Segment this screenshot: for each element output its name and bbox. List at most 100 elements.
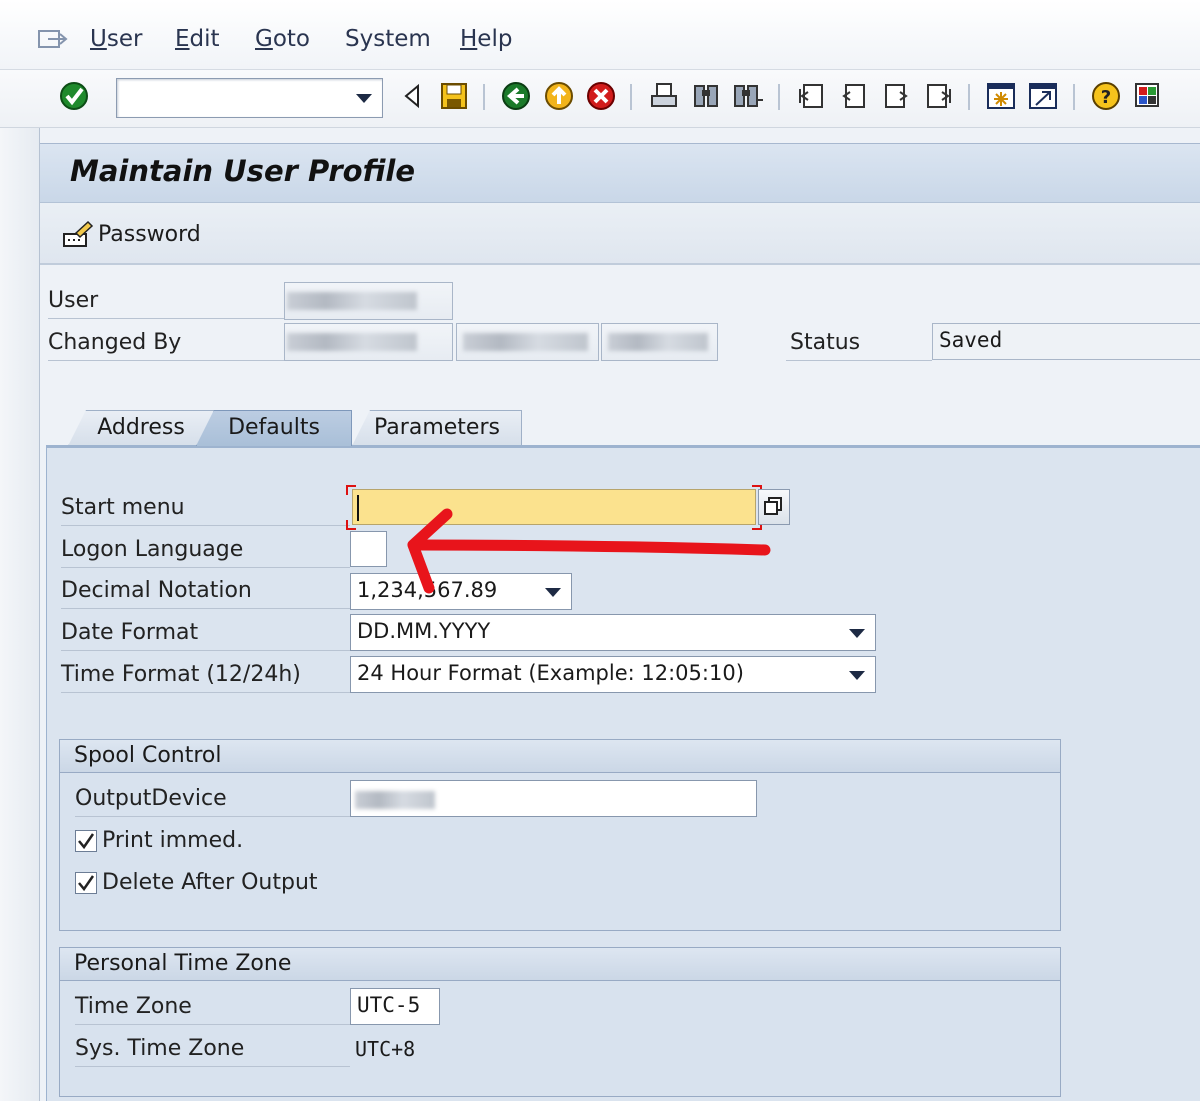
decimal-notation-label: Decimal Notation — [61, 578, 350, 609]
redacted-value — [355, 791, 435, 809]
time-zone-label: Time Zone — [75, 994, 350, 1025]
sys-time-zone-label: Sys. Time Zone — [75, 1036, 350, 1067]
logon-language-label: Logon Language — [61, 537, 350, 568]
start-menu-input[interactable] — [352, 489, 756, 525]
redacted-value — [608, 333, 708, 351]
toolbar-separator — [968, 84, 970, 110]
user-label: User — [48, 288, 284, 319]
first-page-icon[interactable] — [796, 80, 828, 112]
personal-time-zone-title: Personal Time Zone — [60, 948, 1060, 981]
last-page-icon[interactable] — [922, 80, 954, 112]
redacted-value — [287, 292, 417, 310]
chevron-down-icon[interactable] — [356, 94, 372, 103]
text-cursor — [357, 495, 359, 521]
toolbar-separator — [483, 84, 485, 110]
tab-address[interactable]: Address — [68, 410, 214, 446]
command-field[interactable] — [116, 78, 383, 118]
status-field: Saved — [932, 323, 1200, 360]
date-format-label: Date Format — [61, 620, 350, 651]
checkmark-icon — [78, 833, 95, 850]
title-bar: Maintain User Profile — [40, 143, 1200, 203]
password-button[interactable]: Password — [62, 217, 201, 251]
toolbar-separator — [778, 84, 780, 110]
print-immed-checkbox[interactable] — [75, 830, 97, 852]
back-icon[interactable] — [500, 80, 532, 112]
toolbar-separator — [1073, 84, 1075, 110]
changed-time-field — [601, 323, 718, 361]
tab-defaults[interactable]: Defaults — [196, 410, 352, 446]
menu-user-hotkey: U — [90, 26, 107, 52]
menu-edit-label: dit — [189, 26, 220, 52]
menu-help-label: elp — [477, 26, 513, 52]
changed-date-field — [456, 323, 599, 361]
user-field — [284, 282, 453, 320]
menu-user-label: ser — [106, 26, 143, 52]
menu-bar: User Edit Goto System Help — [0, 0, 1200, 70]
output-device-label: OutputDevice — [75, 786, 350, 817]
chevron-down-icon[interactable] — [849, 629, 865, 638]
decimal-notation-select[interactable]: 1,234,567.89 — [350, 573, 572, 610]
decimal-notation-value: 1,234,567.89 — [357, 578, 498, 602]
print-immed-label: Print immed. — [102, 828, 244, 853]
system-menu-icon[interactable] — [38, 28, 68, 50]
svg-text:?: ? — [1101, 87, 1111, 108]
changed-by-field — [284, 323, 453, 361]
menu-goto-label: oto — [272, 26, 310, 52]
menu-edit-hotkey: E — [175, 26, 190, 52]
menu-system[interactable]: System — [345, 26, 431, 52]
time-zone-input[interactable]: UTC-5 — [350, 988, 440, 1025]
date-format-value: DD.MM.YYYY — [357, 619, 491, 643]
redacted-value — [463, 333, 588, 351]
exit-icon[interactable] — [543, 80, 575, 112]
previous-page-icon[interactable] — [838, 80, 870, 112]
password-button-label: Password — [98, 221, 201, 247]
value-help-button[interactable] — [758, 489, 790, 525]
left-frame — [0, 128, 40, 1101]
time-format-select[interactable]: 24 Hour Format (Example: 12:05:10) — [350, 656, 876, 693]
customize-layout-icon[interactable] — [1132, 80, 1164, 112]
start-menu-label: Start menu — [61, 495, 350, 526]
application-toolbar: Password — [40, 203, 1200, 265]
password-icon — [63, 220, 94, 247]
next-page-icon[interactable] — [880, 80, 912, 112]
changed-by-label: Changed By — [48, 330, 284, 361]
create-session-icon[interactable] — [985, 80, 1017, 112]
shortcut-icon[interactable] — [1027, 80, 1059, 112]
menu-user[interactable]: User — [90, 26, 142, 52]
output-device-input[interactable] — [350, 780, 757, 817]
menu-goto-hotkey: G — [255, 26, 273, 52]
spool-control-title: Spool Control — [60, 740, 1060, 773]
focus-corner — [346, 485, 356, 495]
menu-help-hotkey: H — [460, 26, 478, 52]
chevron-down-icon[interactable] — [545, 588, 561, 597]
delete-after-output-checkbox[interactable] — [75, 872, 97, 894]
find-next-icon[interactable] — [732, 80, 764, 112]
cancel-icon[interactable] — [585, 80, 617, 112]
checkmark-icon — [78, 875, 95, 892]
page-title: Maintain User Profile — [70, 154, 416, 188]
time-format-value: 24 Hour Format (Example: 12:05:10) — [357, 661, 744, 685]
date-format-select[interactable]: DD.MM.YYYY — [350, 614, 876, 651]
print-icon[interactable] — [648, 80, 680, 112]
status-label: Status — [786, 330, 932, 361]
menu-edit[interactable]: Edit — [175, 26, 220, 52]
chevron-down-icon[interactable] — [849, 671, 865, 680]
toolbar-separator — [630, 84, 632, 110]
menu-help[interactable]: Help — [460, 26, 512, 52]
help-icon[interactable]: ? — [1090, 80, 1122, 112]
menu-system-label: System — [345, 26, 431, 52]
value-help-icon — [764, 497, 782, 515]
save-icon[interactable] — [438, 80, 470, 112]
back-triangle-icon[interactable] — [398, 80, 430, 112]
enter-icon[interactable] — [58, 80, 90, 112]
tab-parameters[interactable]: Parameters — [352, 410, 522, 446]
time-format-label: Time Format (12/24h) — [61, 662, 350, 693]
find-icon[interactable] — [690, 80, 722, 112]
logon-language-input[interactable] — [350, 531, 387, 567]
menu-goto[interactable]: Goto — [255, 26, 310, 52]
standard-toolbar: ? — [0, 70, 1200, 128]
sys-time-zone-value: UTC+8 — [355, 1037, 416, 1061]
focus-corner — [346, 520, 356, 530]
delete-after-output-label: Delete After Output — [102, 870, 318, 895]
redacted-value — [287, 333, 417, 351]
